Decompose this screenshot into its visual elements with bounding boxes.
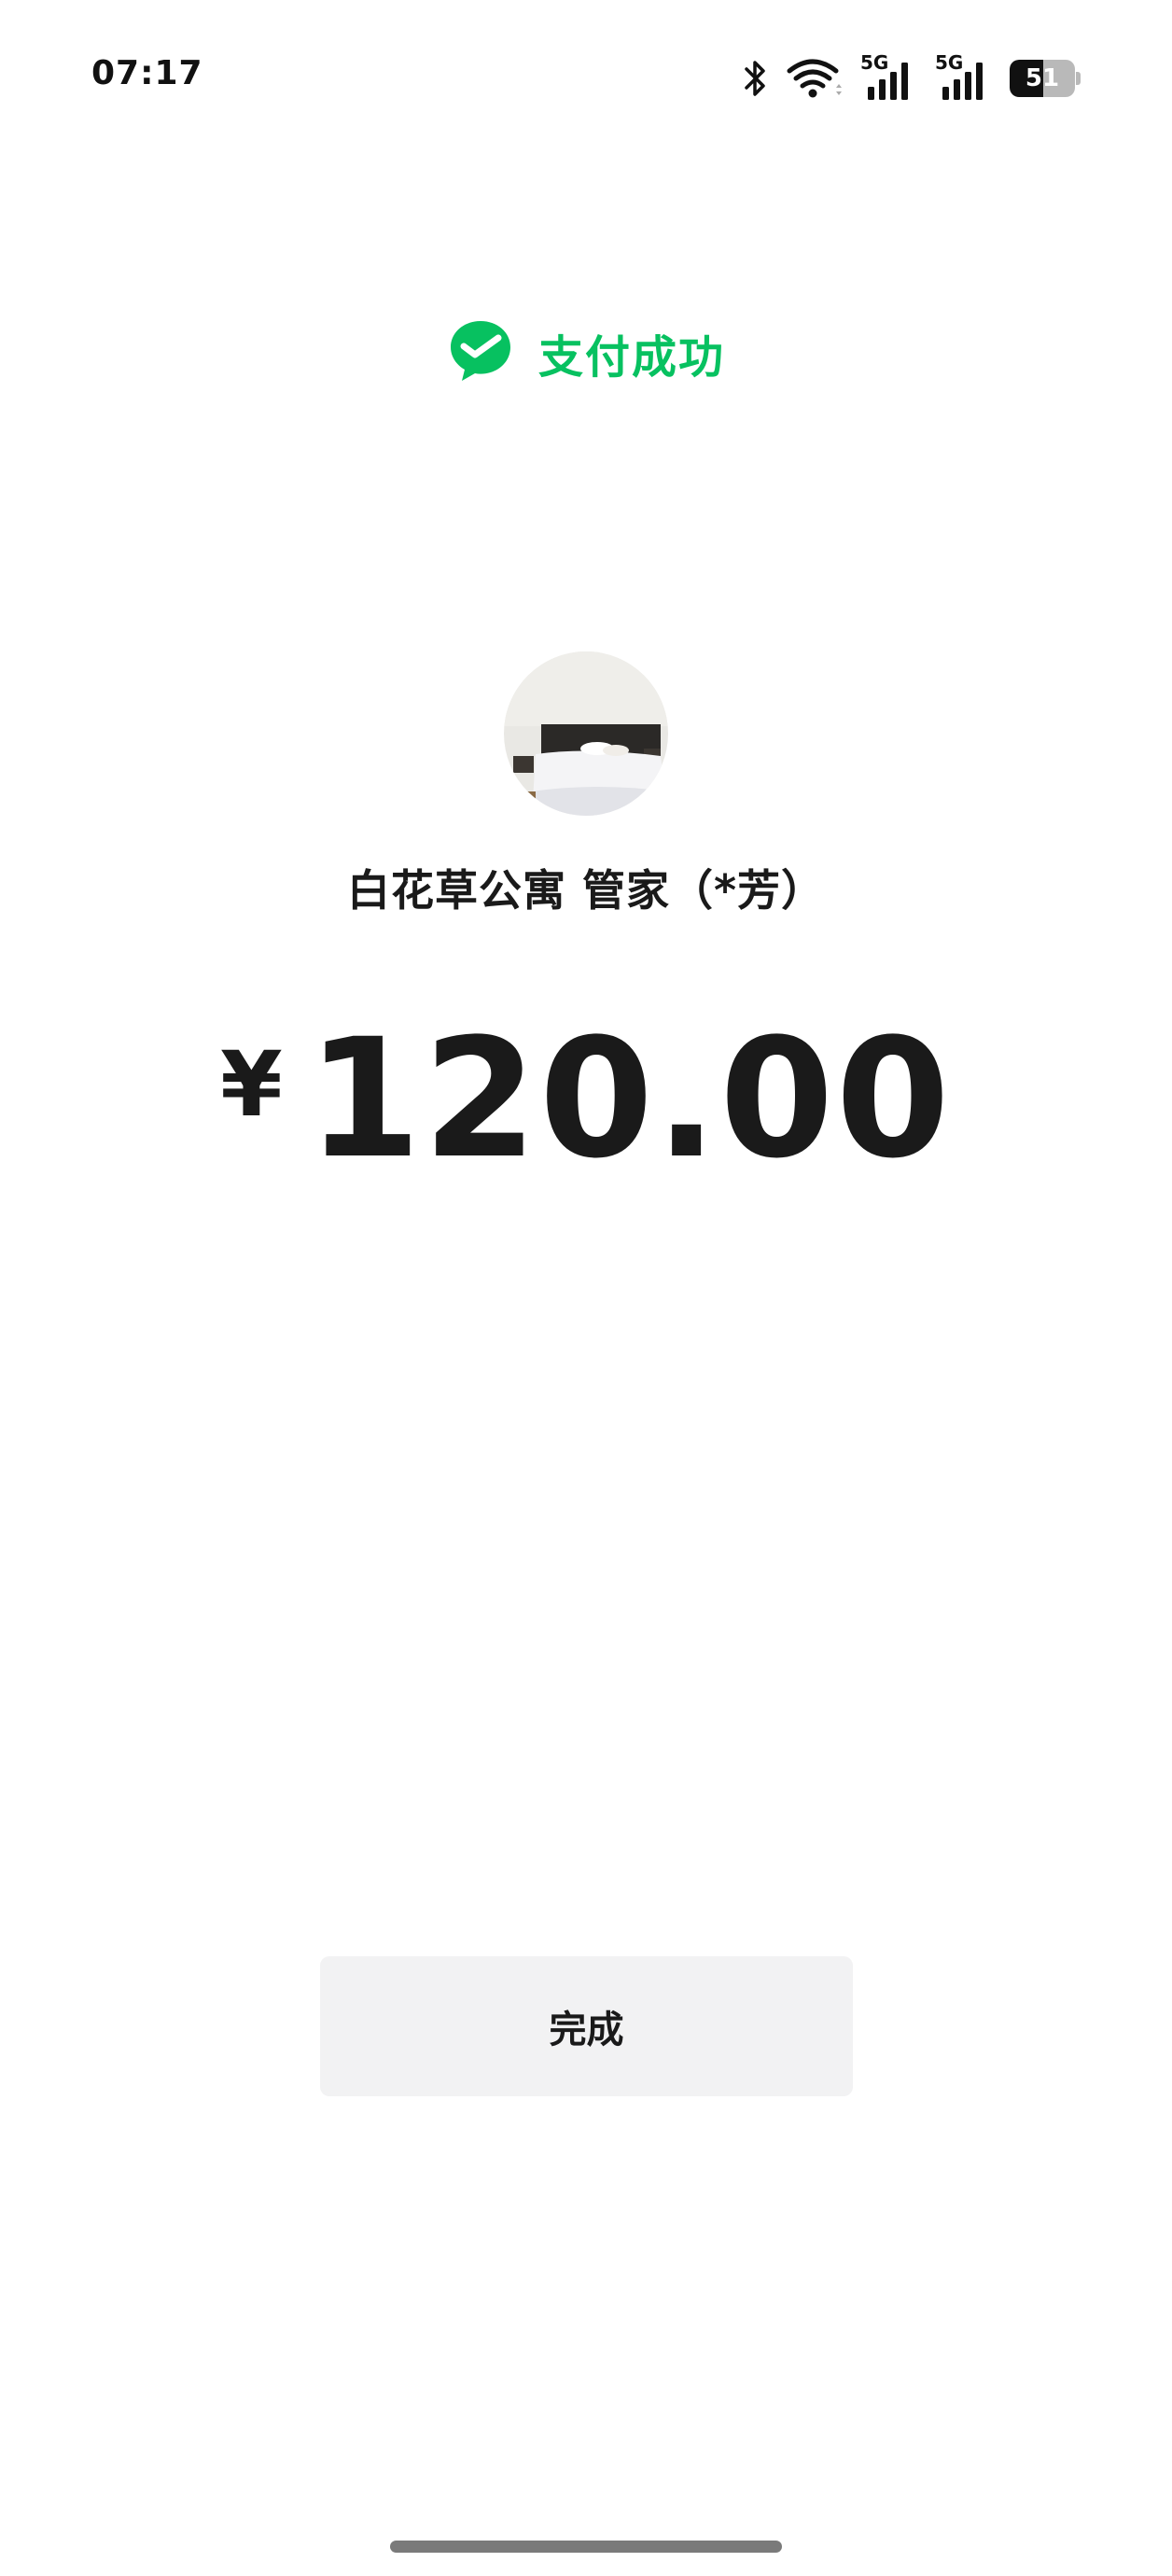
battery-cap [1076, 72, 1081, 85]
status-time: 07:17 [91, 54, 203, 92]
signal-5g-icon: 5G [860, 51, 918, 102]
payee-avatar [504, 651, 668, 816]
signal-5g-icon: 5G [935, 51, 993, 102]
amount-value: 120.00 [306, 1003, 952, 1195]
status-icons: 5G 5G 51 [741, 51, 1081, 103]
bluetooth-icon [741, 58, 769, 99]
battery-body: 51 [1010, 60, 1075, 97]
room-photo-avatar [504, 651, 668, 816]
battery-percent: 51 [1025, 64, 1060, 92]
payment-status-text: 支付成功 [537, 331, 725, 384]
home-indicator[interactable] [390, 2541, 782, 2553]
payee-name: 白花草公寓 管家（*芳） [346, 865, 826, 916]
status-bar: 07:17 5G 5G 51 [0, 0, 1172, 149]
battery-icon: 51 [1010, 60, 1081, 97]
done-button[interactable]: 完成 [320, 1956, 853, 2096]
wifi-icon [786, 56, 844, 101]
wechat-pay-icon [447, 317, 514, 388]
payment-amount: ¥ 120.00 [0, 1017, 1172, 1182]
currency-symbol: ¥ [220, 1032, 283, 1137]
payment-success-header: 支付成功 [0, 317, 1172, 388]
